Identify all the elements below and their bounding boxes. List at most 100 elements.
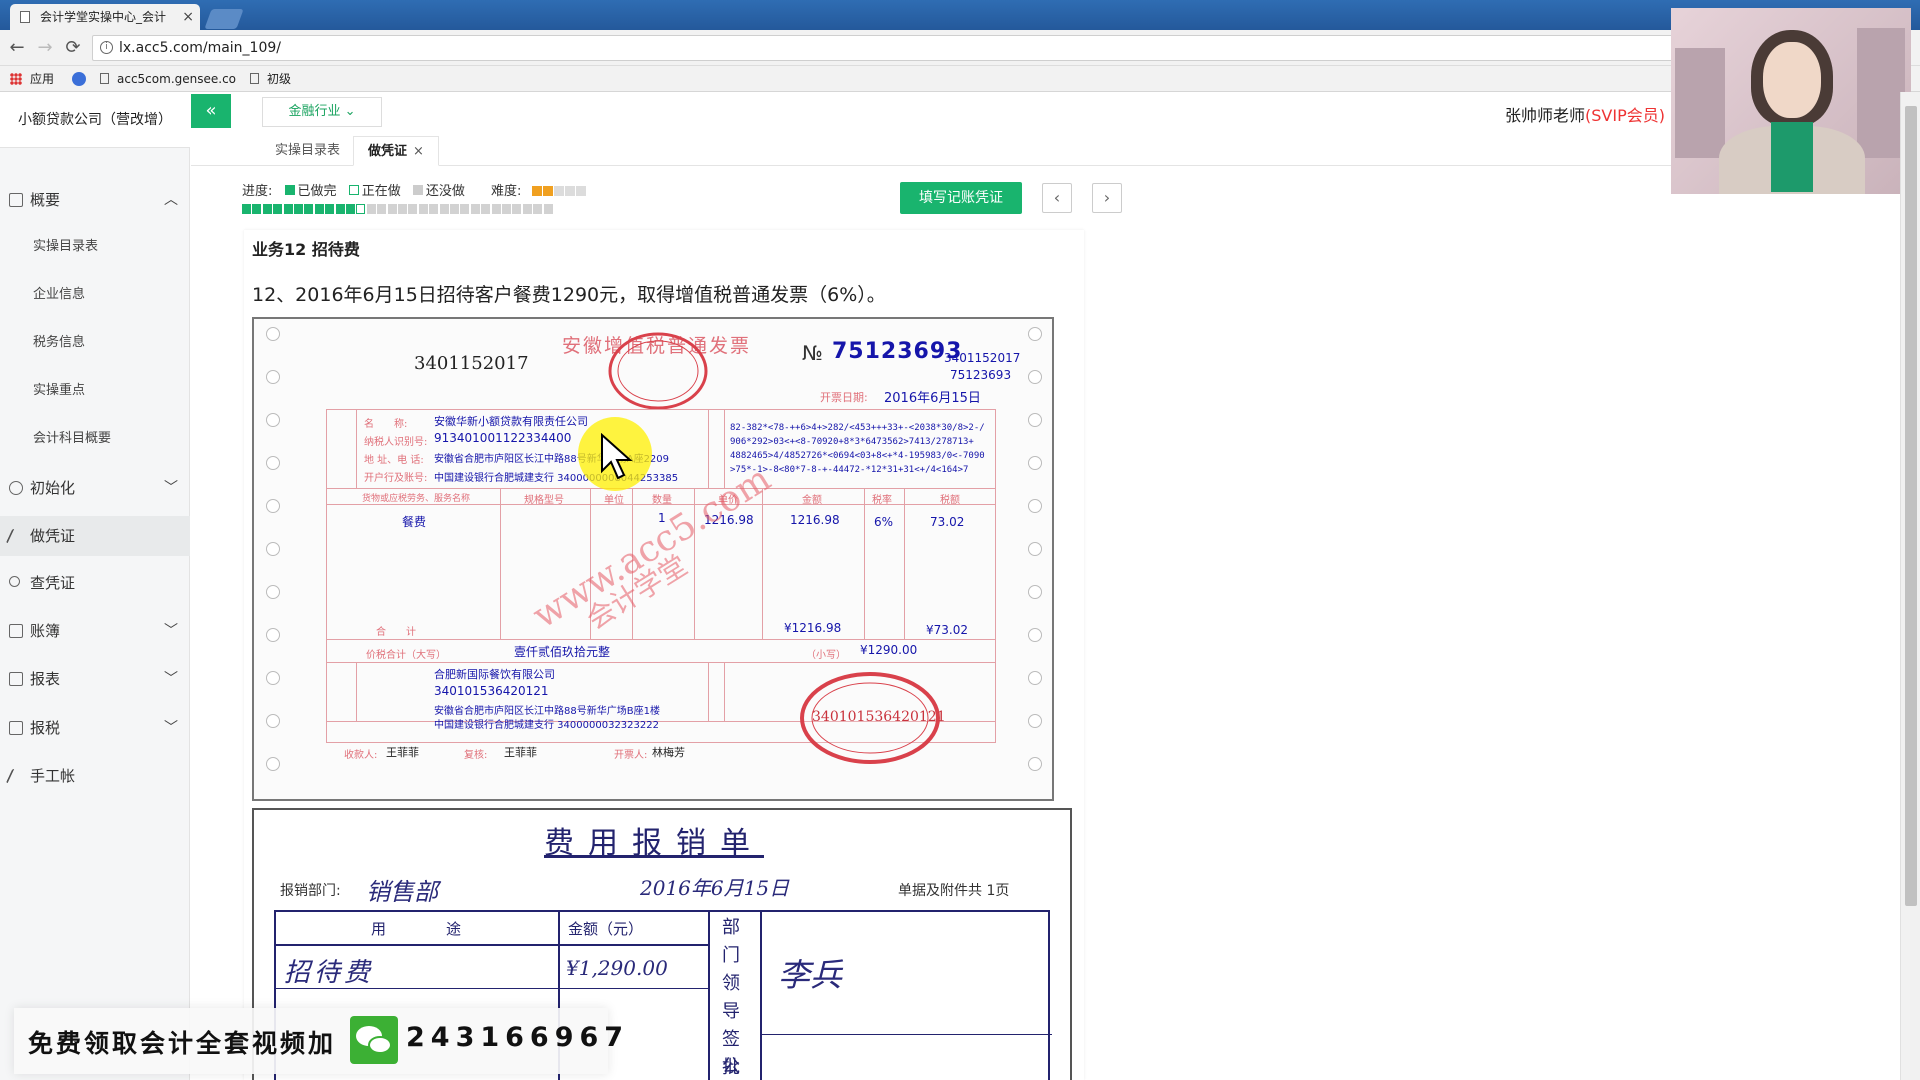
progress-cell-todo[interactable] [387, 204, 397, 214]
progress-cell-done[interactable] [242, 204, 251, 214]
progress-cell-todo[interactable] [450, 204, 459, 214]
sidebar-item-ledger[interactable]: 账簿 ﹀ [0, 611, 190, 651]
progress-cell-todo[interactable] [522, 204, 532, 214]
progress-cell-done[interactable] [314, 204, 324, 214]
progress-cell-todo[interactable] [429, 204, 439, 214]
prev-button[interactable]: ‹ [1042, 183, 1072, 213]
sidebar-sub-catalog[interactable]: 实操目录表 [0, 229, 190, 265]
progress-cell-done[interactable] [325, 204, 335, 214]
sidebar-item-reports[interactable]: 报表 ﹀ [0, 659, 190, 699]
page-tabs: 实操目录表 做凭证 × [191, 136, 1721, 166]
progress-cell-todo[interactable] [533, 204, 543, 214]
info-icon[interactable]: i [100, 41, 113, 54]
scrollbar-thumb[interactable] [1905, 106, 1917, 906]
teacher-name: 张帅师老师 [1505, 106, 1586, 125]
tab-make-voucher[interactable]: 做凭证 × [353, 136, 439, 166]
col-rate-header: 税率 [872, 495, 892, 506]
invoice-number-label: № [802, 341, 823, 365]
bookmark-apps[interactable]: 应用 [10, 70, 54, 88]
drawer-label: 开票人: [614, 750, 648, 761]
progress-cell-todo[interactable] [439, 204, 449, 214]
progress-cell-todo[interactable] [491, 204, 501, 214]
new-tab-button[interactable] [204, 9, 244, 29]
address-bar: ← → ⟳ i lx.acc5.com/main_109/ [0, 30, 1920, 66]
tab-catalog[interactable]: 实操目录表 [261, 136, 354, 166]
sidebar-item-check-voucher[interactable]: 查凭证 [0, 563, 190, 603]
bookmarks-bar: 应用 acc5com.gensee.co 初级 [0, 66, 1920, 92]
invoice-number-right: 75123693 [950, 368, 1012, 382]
url-text: lx.acc5.com/main_109/ [119, 40, 281, 56]
progress-cell-done[interactable] [335, 204, 345, 214]
progress-cell-todo[interactable] [408, 204, 418, 214]
browser-tab[interactable]: 会计学堂实操中心_会计 × [10, 4, 200, 30]
progress-cell-todo[interactable] [470, 204, 480, 214]
page-scrollbar[interactable] [1900, 92, 1920, 1080]
fill-voucher-button[interactable]: 填写记账凭证 [900, 182, 1022, 214]
line-item-rate: 6% [874, 515, 894, 529]
progress-cell-done[interactable] [294, 204, 303, 214]
progress-cell-done[interactable] [273, 204, 283, 214]
attachments-count: 单据及附件共 1页 [898, 883, 1010, 899]
invoice-left-edge [258, 319, 288, 799]
progress-cell-done[interactable] [346, 204, 355, 214]
collapse-sidebar-button[interactable]: « [191, 94, 231, 128]
progress-cell-doing[interactable] [356, 204, 366, 214]
progress-legend: 进度: 已做完 正在做 还没做 难度: [242, 180, 587, 200]
done-label: 已做完 [297, 184, 337, 199]
binding-hole [266, 542, 280, 556]
todo-swatch [412, 185, 423, 195]
progress-cell-todo[interactable] [460, 204, 470, 214]
progress-cell-todo[interactable] [543, 204, 553, 214]
reload-icon[interactable]: ⟳ [62, 37, 84, 59]
bookmark-gensee[interactable]: acc5com.gensee.co [100, 70, 236, 88]
seller-bank: 中国建设银行合肥城建支行 3400000032323222 [434, 720, 659, 731]
browser-tab-title: 会计学堂实操中心_会计 [40, 10, 167, 24]
back-icon[interactable]: ← [6, 37, 28, 59]
sidebar-item-overview[interactable]: 概要 ︿ [0, 180, 190, 220]
binding-hole [1028, 456, 1042, 470]
progress-cell-done[interactable] [252, 204, 262, 214]
col-company-header: 公 [722, 1056, 740, 1077]
sidebar-sub-accounts[interactable]: 会计科目概要 [0, 421, 190, 457]
url-input[interactable]: i lx.acc5.com/main_109/ [92, 35, 1732, 61]
sidebar-item-manual[interactable]: 手工帐 [0, 756, 190, 796]
invoice-date-label: 开票日期: [820, 391, 868, 404]
sidebar-item-make-voucher[interactable]: 做凭证 [0, 516, 190, 556]
sidebar-item-init[interactable]: 初始化 ﹀ [0, 468, 190, 508]
binding-hole [1028, 542, 1042, 556]
progress-cell-todo[interactable] [502, 204, 511, 214]
col-amount-header: 金额 [802, 495, 822, 506]
bookmark-chuji[interactable]: 初级 [250, 70, 291, 88]
forward-icon[interactable]: → [34, 37, 56, 59]
file-icon [9, 721, 23, 735]
binding-hole [1028, 327, 1042, 341]
sidebar-sub-key-points[interactable]: 实操重点 [0, 373, 190, 409]
progress-cell-done[interactable] [283, 204, 293, 214]
progress-cell-todo[interactable] [418, 204, 428, 214]
progress-cell-todo[interactable] [481, 204, 491, 214]
progress-cell-todo[interactable] [377, 204, 387, 214]
binding-hole [1028, 585, 1042, 599]
baidu-icon[interactable] [72, 72, 86, 86]
difficulty-label: 难度: [491, 184, 522, 199]
progress-cell-done[interactable] [304, 204, 314, 214]
close-tab-icon[interactable]: × [182, 4, 194, 30]
progress-cell-todo[interactable] [366, 204, 376, 214]
grand-total-small: ¥1290.00 [860, 643, 918, 657]
grid-icon [9, 193, 23, 207]
grand-total-small-label: （小写） [806, 650, 846, 661]
next-button[interactable]: › [1092, 183, 1122, 213]
sidebar-sub-company-info[interactable]: 企业信息 [0, 277, 190, 313]
sidebar-item-tax[interactable]: 报税 ﹀ [0, 708, 190, 748]
progress-cell-todo[interactable] [398, 204, 407, 214]
industry-dropdown[interactable]: 金融行业 ⌄ [262, 97, 382, 127]
progress-cell-todo[interactable] [512, 204, 522, 214]
cipher-line-1: 82-382*<78-++6>4+>282/<453+++33+-<2038*3… [730, 423, 985, 433]
sidebar-sub-tax-info[interactable]: 税务信息 [0, 325, 190, 361]
binding-hole [1028, 370, 1042, 384]
invoice-supervision-seal [608, 332, 708, 410]
close-icon[interactable]: × [413, 144, 424, 159]
progress-cell-done[interactable] [262, 204, 272, 214]
buyer-taxid-label: 纳税人识别号: [364, 437, 428, 448]
buyer-address-label: 地 址、电 话: [364, 455, 424, 466]
